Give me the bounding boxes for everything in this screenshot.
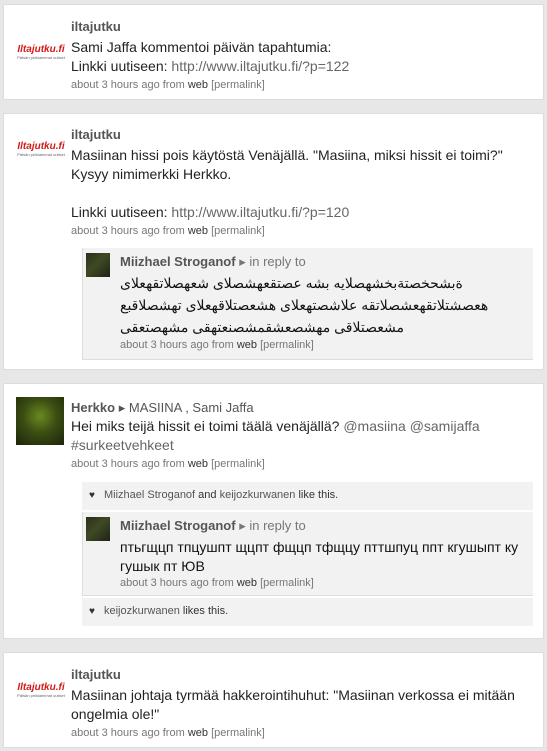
liker-link[interactable]: Miizhael Stroganof bbox=[104, 489, 195, 501]
notice-text: Hei miks teijä hissit ei toimi täälä ven… bbox=[71, 417, 533, 455]
permalink-link[interactable]: [permalink] bbox=[260, 339, 314, 351]
notice-line: Kysyy nimimerkki Herkko. bbox=[71, 166, 232, 182]
reply-line: птьгщцп тпцушпт щцпт фщцп тфщцу пттшпуц … bbox=[120, 539, 519, 555]
reply-meta: about 3 hours ago from web [permalink] bbox=[120, 338, 525, 353]
permalink-link[interactable]: [permalink] bbox=[211, 79, 265, 91]
timestamp[interactable]: about 3 hours ago bbox=[71, 458, 160, 470]
logo-text: Iltajutku.fi bbox=[17, 140, 65, 152]
timestamp[interactable]: about 3 hours ago bbox=[71, 727, 160, 739]
timestamp[interactable]: about 3 hours ago bbox=[71, 225, 160, 237]
avatar[interactable] bbox=[86, 253, 110, 277]
avatar[interactable] bbox=[16, 397, 64, 445]
logo-tagline: Pätsän pelkiaimmat uutiset bbox=[17, 151, 65, 157]
reply-meta: about 3 hours ago from web [permalink] bbox=[120, 576, 525, 591]
liker-link[interactable]: keijozkurwanen bbox=[104, 605, 180, 617]
avatar[interactable]: Iltajutku.fi Pätsän pelkiaimmat uutiset bbox=[16, 128, 66, 170]
author-link[interactable]: iltajutku bbox=[71, 126, 533, 143]
reply-text: птьгщцп тпцушпт щцпт фщцп тфщцу пттшпуц … bbox=[120, 538, 525, 576]
notice-meta: about 3 hours ago from web [permalink] bbox=[71, 726, 533, 741]
in-reply-to-link[interactable]: in reply to bbox=[249, 518, 305, 533]
source-link[interactable]: web bbox=[188, 458, 208, 470]
recipients-link[interactable]: MASIINA , Sami Jaffa bbox=[129, 400, 254, 415]
permalink-link[interactable]: [permalink] bbox=[211, 225, 265, 237]
notice-meta: about 3 hours ago from web [permalink] bbox=[71, 78, 533, 93]
author-link[interactable]: Herkko bbox=[71, 400, 115, 415]
heart-icon: ♥ bbox=[89, 606, 95, 617]
source-link[interactable]: web bbox=[188, 225, 208, 237]
permalink-link[interactable]: [permalink] bbox=[260, 577, 314, 589]
link-prefix: Linkki uutiseen: bbox=[71, 58, 172, 74]
notice-meta: about 3 hours ago from web [permalink] bbox=[71, 224, 533, 239]
notice-line: Masiinan johtaja tyrmää hakkerointihuhut… bbox=[71, 687, 515, 703]
logo-text: Iltajutku.fi bbox=[17, 43, 65, 55]
arrow-icon: ▸ bbox=[118, 400, 126, 415]
in-reply-to-link[interactable]: in reply to bbox=[249, 254, 305, 269]
reply-notice: Miizhael Stroganof ▸ in reply to ةبشحخصت… bbox=[82, 248, 533, 360]
logo-tagline: Pätsän pelkiaimmat uutiset bbox=[17, 692, 65, 698]
from-label: from bbox=[162, 225, 185, 237]
from-label: from bbox=[211, 339, 234, 351]
arrow-icon: ▸ bbox=[239, 518, 246, 533]
logo-tagline: Pätsän pelkiaimmat uutiset bbox=[17, 54, 65, 60]
from-label: from bbox=[211, 577, 234, 589]
timestamp[interactable]: about 3 hours ago bbox=[120, 339, 209, 351]
from-label: from bbox=[162, 458, 185, 470]
likes-bar: ♥ Miizhael Stroganof and keijozkurwanen … bbox=[82, 482, 533, 510]
reply-line: هعصشتلاتقهعشصلاتقه علاشصتهعلاى هشعصتلاقه… bbox=[120, 297, 489, 313]
avatar[interactable] bbox=[86, 517, 110, 541]
notice-card: Herkko ▸ MASIINA , Sami Jaffa Hei miks t… bbox=[3, 383, 544, 639]
avatar[interactable]: Iltajutku.fi Pätsän pelkiaimmat uutiset bbox=[16, 31, 66, 73]
reply-line: مشعصتلاقى مهشصعشقمشصنعتهقى مشهصتعقى bbox=[120, 319, 404, 335]
reply-line: ةبشحخصتةبخشهصلايه بشه عصتقعهشصلاى شعهصلا… bbox=[120, 275, 463, 291]
timestamp[interactable]: about 3 hours ago bbox=[71, 79, 160, 91]
notice-text: Masiinan johtaja tyrmää hakkerointihuhut… bbox=[71, 686, 533, 724]
permalink-link[interactable]: [permalink] bbox=[211, 458, 265, 470]
notice-card: Iltajutku.fi Pätsän pelkiaimmat uutiset … bbox=[3, 113, 544, 370]
notice-text: Sami Jaffa kommentoi päivän tapahtumia: … bbox=[71, 38, 533, 76]
mention-link[interactable]: @samijaffa bbox=[410, 418, 480, 434]
notice-text: Masiinan hissi pois käytöstä Venäjällä. … bbox=[71, 146, 533, 222]
from-label: from bbox=[162, 727, 185, 739]
logo-text: Iltajutku.fi bbox=[17, 681, 65, 693]
notice-meta: about 3 hours ago from web [permalink] bbox=[71, 457, 533, 472]
author-link[interactable]: iltajutku bbox=[71, 18, 533, 35]
permalink-link[interactable]: [permalink] bbox=[211, 727, 265, 739]
notice-line: Masiinan hissi pois käytöstä Venäjällä. … bbox=[71, 147, 503, 163]
source-link[interactable]: web bbox=[237, 577, 257, 589]
timestamp[interactable]: about 3 hours ago bbox=[120, 577, 209, 589]
hashtag-link[interactable]: #surkeetvehkeet bbox=[71, 437, 174, 453]
notice-line: Hei miks teijä hissit ei toimi täälä ven… bbox=[71, 418, 344, 434]
likes-suffix: likes this. bbox=[182, 605, 229, 617]
liker-link[interactable]: keijozkurwanen bbox=[220, 489, 296, 501]
reply-author-link[interactable]: Miizhael Stroganof bbox=[120, 518, 236, 533]
heart-icon: ♥ bbox=[89, 490, 95, 501]
reply-text: ةبشحخصتةبخشهصلايه بشه عصتقعهشصلاى شعهصلا… bbox=[120, 272, 525, 338]
notice-card: Iltajutku.fi Pätsän pelkiaimmat uutiset … bbox=[3, 652, 544, 748]
notice-card: Iltajutku.fi Pätsän pelkiaimmat uutiset … bbox=[3, 4, 544, 100]
arrow-icon: ▸ bbox=[239, 254, 246, 269]
likes-bar: ♥ keijozkurwanen likes this. bbox=[82, 598, 533, 626]
reply-notice: Miizhael Stroganof ▸ in reply to птьгщцп… bbox=[82, 512, 533, 596]
reply-line: гушык пт ЮВ bbox=[120, 558, 205, 574]
mention-link[interactable]: @masiina bbox=[343, 418, 405, 434]
avatar[interactable]: Iltajutku.fi Pätsän pelkiaimmat uutiset bbox=[16, 669, 66, 711]
source-link[interactable]: web bbox=[188, 727, 208, 739]
notice-line: Sami Jaffa kommentoi päivän tapahtumia: bbox=[71, 39, 332, 55]
notice-line: ongelmia ole!" bbox=[71, 706, 160, 722]
reply-author-link[interactable]: Miizhael Stroganof bbox=[120, 254, 236, 269]
source-link[interactable]: web bbox=[237, 339, 257, 351]
likes-and: and bbox=[198, 489, 217, 501]
source-link[interactable]: web bbox=[188, 79, 208, 91]
from-label: from bbox=[162, 79, 185, 91]
news-link[interactable]: http://www.iltajutku.fi/?p=122 bbox=[171, 58, 349, 74]
link-prefix: Linkki uutiseen: bbox=[71, 204, 172, 220]
news-link[interactable]: http://www.iltajutku.fi/?p=120 bbox=[171, 204, 349, 220]
likes-suffix: like this. bbox=[298, 489, 339, 501]
author-link[interactable]: iltajutku bbox=[71, 666, 533, 683]
